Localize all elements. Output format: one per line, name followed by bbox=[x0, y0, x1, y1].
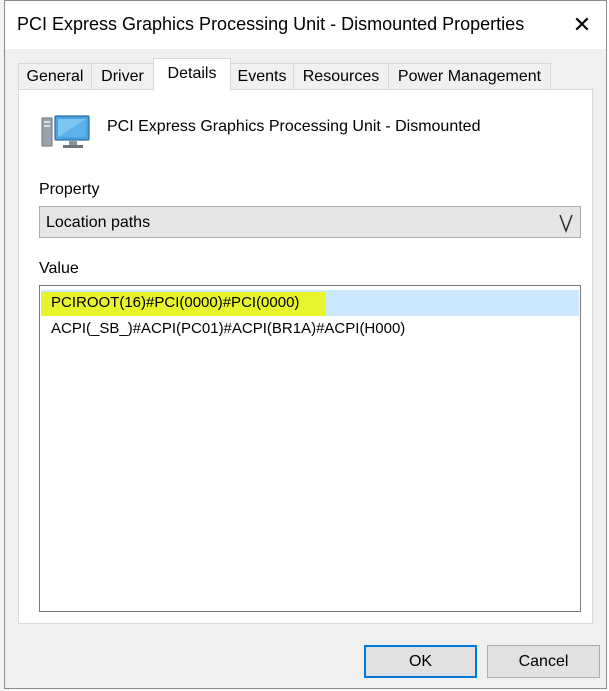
ok-button[interactable]: OK bbox=[364, 645, 477, 678]
tab-details[interactable]: Details bbox=[153, 58, 231, 91]
close-icon: ✕ bbox=[572, 12, 592, 37]
list-item[interactable]: ACPI(_SB_)#ACPI(PC01)#ACPI(BR1A)#ACPI(H0… bbox=[41, 316, 579, 342]
list-item-text: ACPI(_SB_)#ACPI(PC01)#ACPI(BR1A)#ACPI(H0… bbox=[51, 320, 406, 337]
property-dropdown[interactable]: Location paths bbox=[39, 206, 581, 238]
details-panel: PCI Express Graphics Processing Unit - D… bbox=[18, 89, 593, 624]
title-bar: PCI Express Graphics Processing Unit - D… bbox=[5, 1, 606, 49]
tab-events[interactable]: Events bbox=[230, 63, 294, 90]
value-label: Value bbox=[39, 260, 79, 277]
list-item-text: PCIROOT(16)#PCI(0000)#PCI(0000) bbox=[51, 294, 300, 311]
tab-general[interactable]: General bbox=[18, 63, 92, 90]
properties-dialog: PCI Express Graphics Processing Unit - D… bbox=[4, 0, 607, 689]
device-name: PCI Express Graphics Processing Unit - D… bbox=[107, 118, 481, 135]
tab-resources[interactable]: Resources bbox=[293, 63, 389, 90]
property-dropdown-value: Location paths bbox=[46, 214, 151, 231]
value-listbox[interactable]: PCIROOT(16)#PCI(0000)#PCI(0000) ACPI(_SB… bbox=[39, 285, 581, 612]
display-adapter-icon bbox=[41, 115, 90, 148]
cancel-button[interactable]: Cancel bbox=[487, 645, 600, 678]
chevron-down-icon bbox=[559, 214, 573, 233]
window-title: PCI Express Graphics Processing Unit - D… bbox=[17, 14, 525, 34]
list-item[interactable]: PCIROOT(16)#PCI(0000)#PCI(0000) bbox=[41, 290, 579, 316]
tab-power-management[interactable]: Power Management bbox=[388, 63, 551, 90]
close-button[interactable]: ✕ bbox=[558, 1, 606, 49]
tab-driver[interactable]: Driver bbox=[91, 63, 154, 90]
property-label: Property bbox=[39, 181, 100, 198]
